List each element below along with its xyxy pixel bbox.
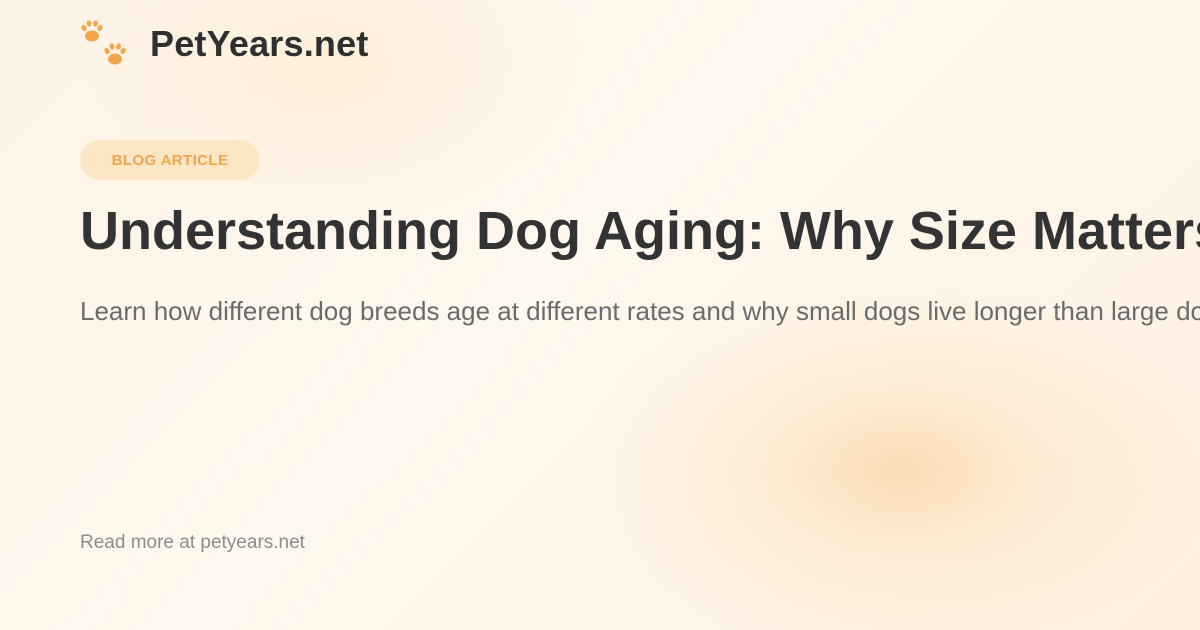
read-more-footer: Read more at petyears.net [80,532,305,553]
social-share-card: PetYears.net BLOG ARTICLE Understanding … [0,0,1200,630]
article-subtitle: Learn how different dog breeds age at di… [80,296,1200,326]
brand-header: PetYears.net [78,18,369,70]
paw-prints-icon [81,20,126,65]
site-name: PetYears.net [150,23,369,64]
article-title: Understanding Dog Aging: Why Size Matter… [80,201,1200,261]
article-type-badge: BLOG ARTICLE [80,140,260,180]
